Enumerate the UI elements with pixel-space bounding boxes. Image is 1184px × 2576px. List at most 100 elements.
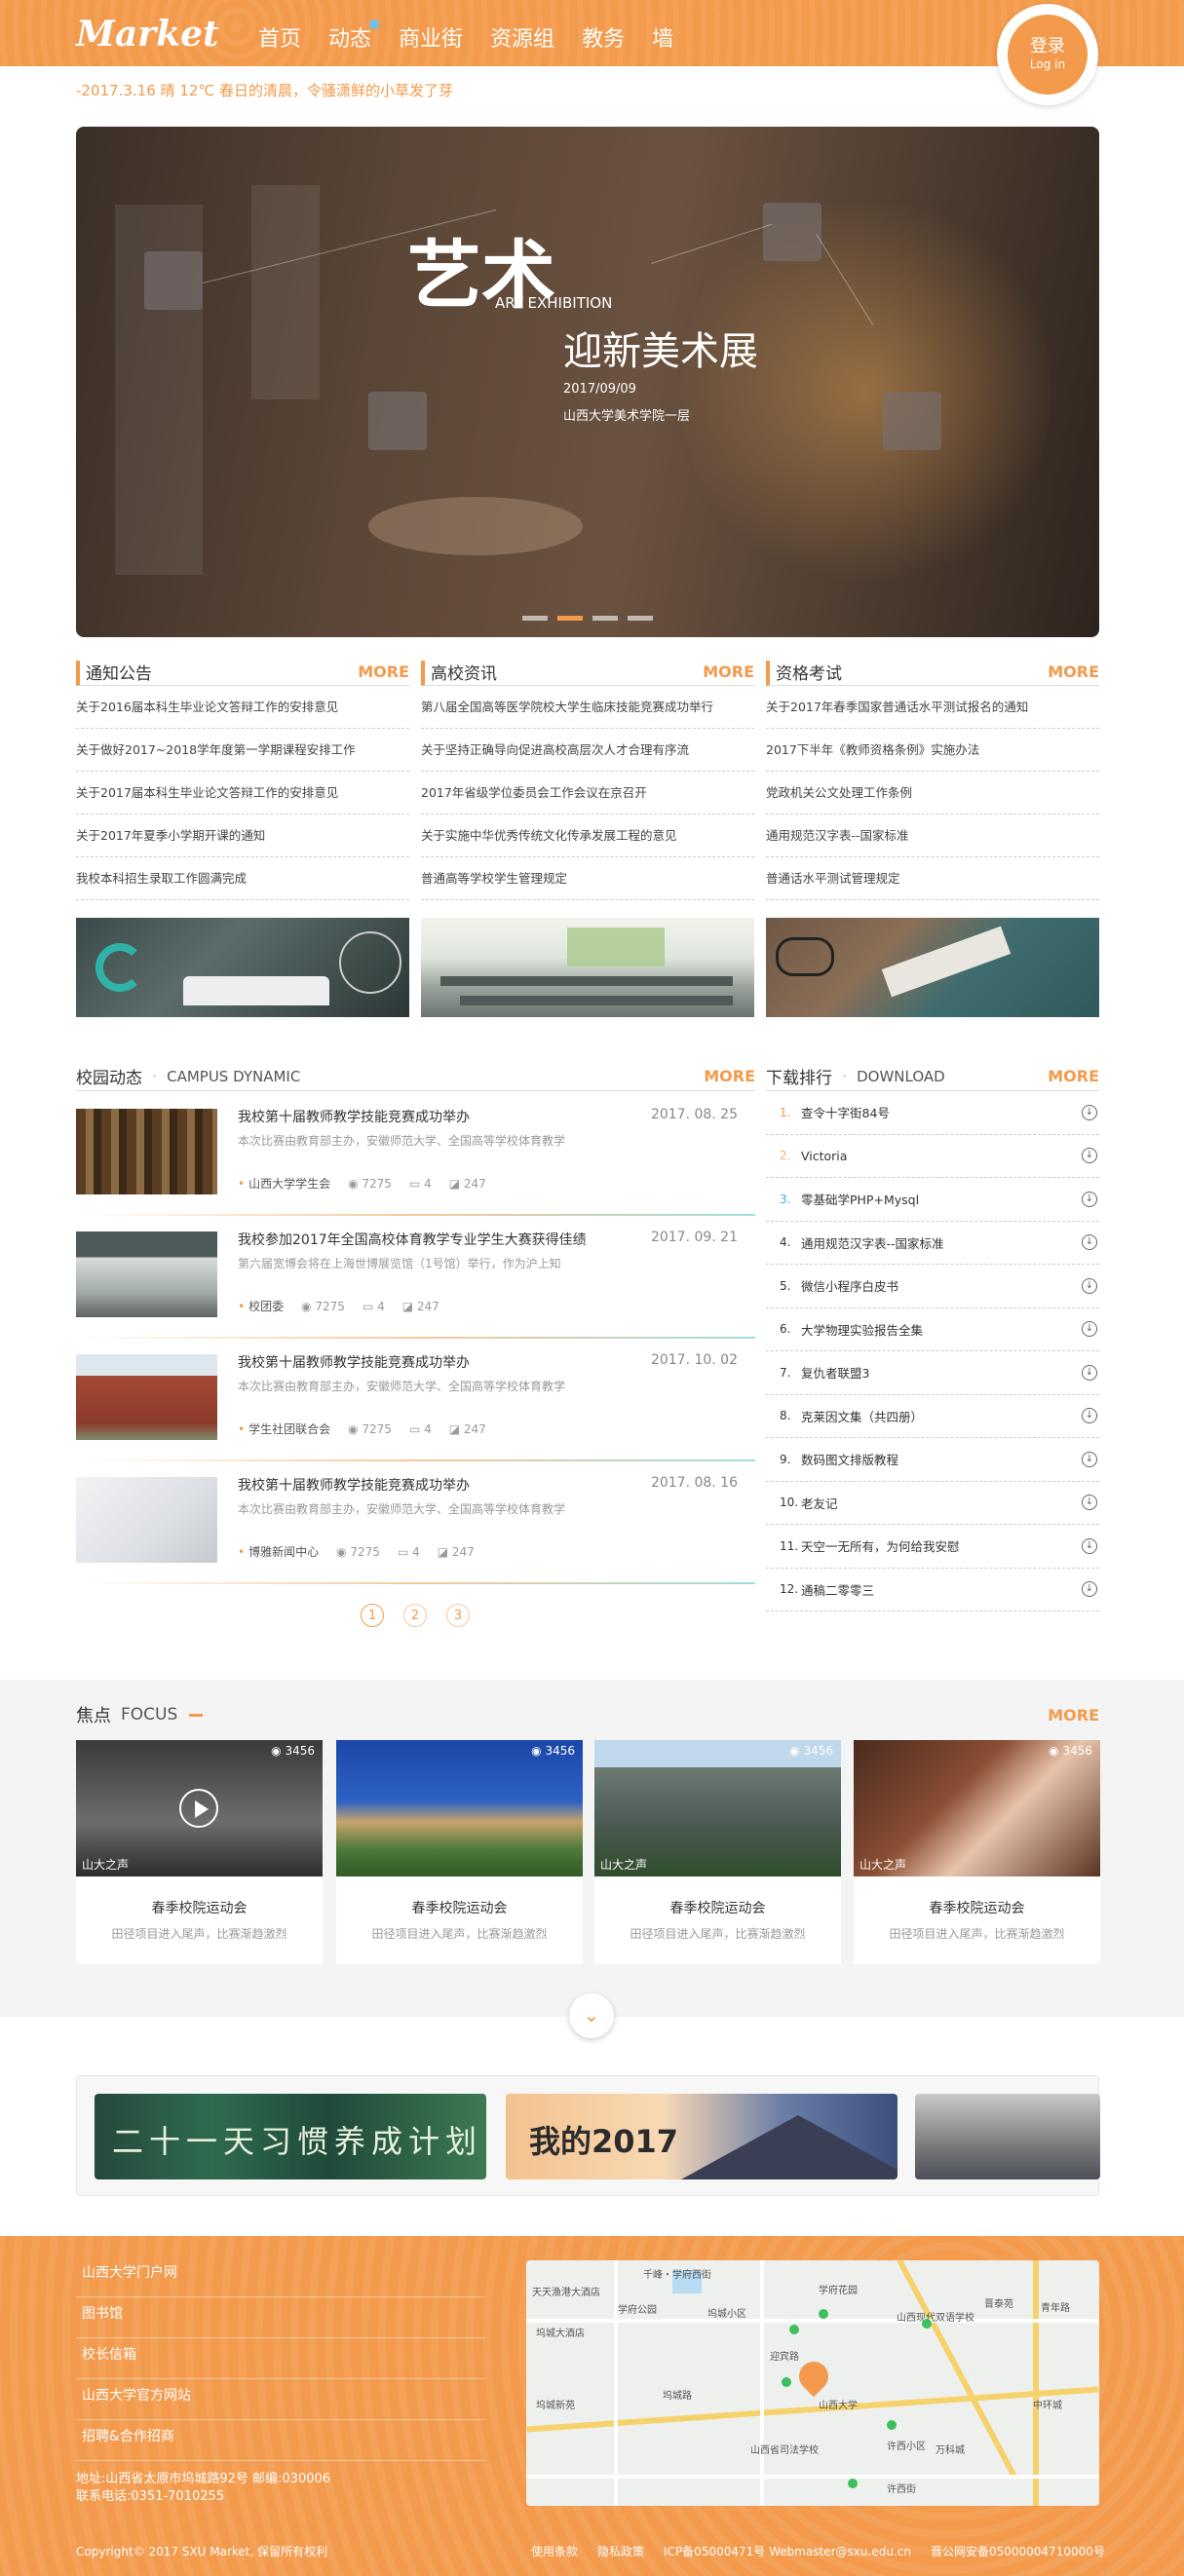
ad-banner-habit[interactable]: 二十一天习惯养成计划 xyxy=(95,2094,486,2179)
more-link[interactable]: MORE xyxy=(1048,663,1099,681)
nav-wall[interactable]: 墙 xyxy=(652,21,673,53)
banner-dot[interactable] xyxy=(628,616,653,621)
nav-dynamic[interactable]: 动态 xyxy=(328,19,380,53)
location-pin-icon[interactable] xyxy=(792,2355,835,2398)
download-item[interactable]: 4. 通用规范汉字表--国家标准 ↓ xyxy=(766,1222,1099,1265)
more-link[interactable]: MORE xyxy=(1048,1067,1099,1085)
download-icon[interactable]: ↓ xyxy=(1082,1104,1097,1120)
privacy-link[interactable]: 隐私政策 xyxy=(597,2543,644,2559)
download-icon[interactable]: ↓ xyxy=(1082,1408,1097,1424)
terms-link[interactable]: 使用条款 xyxy=(531,2543,578,2559)
list-item[interactable]: 普通话水平测试管理规定 xyxy=(766,857,1099,900)
download-icon[interactable]: ↓ xyxy=(1082,1581,1097,1598)
section-title-en: FOCUS xyxy=(121,1705,178,1724)
more-link[interactable]: MORE xyxy=(704,1067,755,1085)
location-map[interactable]: 千峰・学府西街 天天渔港大酒店 学府公园 坞城大酒店 坞城小区 学府花园 山西现… xyxy=(526,2260,1099,2506)
list-item[interactable]: 关于坚持正确导向促进高校高层次人才合理有序流 xyxy=(421,729,754,772)
download-item[interactable]: 7. 复仇者联盟3 ↓ xyxy=(766,1351,1099,1395)
list-item[interactable]: 普通高等学校学生管理规定 xyxy=(421,857,754,900)
download-icon[interactable]: ↓ xyxy=(1082,1234,1097,1251)
nav-academic[interactable]: 教务 xyxy=(582,21,625,53)
list-item[interactable]: 我校参加2017年全国高校体育教学专业学生大赛获得佳绩 2017. 09. 21… xyxy=(76,1224,755,1339)
download-icon[interactable]: ↓ xyxy=(1082,1495,1097,1511)
classroom-thumbnail[interactable] xyxy=(421,918,754,1017)
download-item[interactable]: 3. 零基础学PHP+Mysql ↓ xyxy=(766,1178,1099,1222)
nav-resources[interactable]: 资源组 xyxy=(490,21,554,53)
more-link[interactable]: MORE xyxy=(703,663,754,681)
stationery-thumbnail[interactable] xyxy=(766,918,1099,1017)
download-item[interactable]: 12. 通稿二零零三 ↓ xyxy=(766,1569,1099,1611)
footer-link[interactable]: 招聘&合作招商 xyxy=(76,2420,485,2461)
ad-banner-2017[interactable]: 我的2017 xyxy=(506,2094,898,2179)
eye-icon: ◉ 7275 xyxy=(348,1421,392,1436)
map-marker-icon[interactable] xyxy=(848,2479,858,2488)
list-item[interactable]: 关于做好2017~2018学年度第一学期课程安排工作 xyxy=(76,729,409,772)
download-icon[interactable]: ↓ xyxy=(1082,1277,1097,1294)
download-icon[interactable]: ↓ xyxy=(1082,1321,1097,1338)
separator: · xyxy=(152,1067,158,1085)
download-item[interactable]: 2. Victoria ↓ xyxy=(766,1135,1099,1178)
list-item[interactable]: 关于实施中华优秀传统文化传承发展工程的意见 xyxy=(421,814,754,857)
ad-banner-town[interactable] xyxy=(915,2094,1100,2179)
download-item[interactable]: 10. 老友记 ↓ xyxy=(766,1482,1099,1525)
download-icon[interactable]: ↓ xyxy=(1082,1537,1097,1554)
focus-card[interactable]: ◉ 3456 山大之声 春季校院运动会 田径项目进入尾声，比赛渐趋激烈 xyxy=(76,1740,323,1964)
download-icon[interactable]: ↓ xyxy=(1082,1191,1097,1207)
map-marker-icon[interactable] xyxy=(887,2420,897,2430)
list-item[interactable]: 2017年省级学位委员会工作会议在京召开 xyxy=(421,772,754,814)
nav-business[interactable]: 商业街 xyxy=(399,21,463,53)
list-item[interactable]: 关于2017届本科生毕业论文答辩工作的安排意见 xyxy=(76,772,409,814)
banner-dot-active[interactable] xyxy=(557,616,583,621)
list-item[interactable]: 关于2016届本科生毕业论文答辩工作的安排意见 xyxy=(76,686,409,729)
download-item[interactable]: 9. 数码图文排版教程 ↓ xyxy=(766,1438,1099,1482)
focus-card[interactable]: ◉ 3456 山大之声 春季校院运动会 田径项目进入尾声，比赛渐趋激烈 xyxy=(594,1740,841,1964)
banner-table xyxy=(368,497,583,555)
rank: 7. xyxy=(780,1365,791,1380)
map-marker-icon[interactable] xyxy=(782,2377,791,2387)
page-1[interactable]: 1 xyxy=(361,1604,384,1627)
list-item[interactable]: 我校第十届教师教学技能竞赛成功举办 2017. 10. 02 本次比赛由教育部主… xyxy=(76,1346,755,1461)
list-item[interactable]: 我校第十届教师教学技能竞赛成功举办 2017. 08. 16 本次比赛由教育部主… xyxy=(76,1469,755,1584)
list-item[interactable]: 我校本科招生录取工作圆满完成 xyxy=(76,857,409,900)
footer-link[interactable]: 山西大学门户网 xyxy=(76,2256,485,2297)
footer-link[interactable]: 山西大学官方网站 xyxy=(76,2379,485,2420)
download-icon[interactable]: ↓ xyxy=(1082,1148,1097,1164)
list-item[interactable]: 党政机关公文处理工作条例 xyxy=(766,772,1099,814)
page-3[interactable]: 3 xyxy=(446,1604,470,1627)
download-item[interactable]: 11. 天空一无所有，为何给我安慰 ↓ xyxy=(766,1525,1099,1569)
focus-card[interactable]: ◉ 3456 春季校院运动会 田径项目进入尾声，比赛渐趋激烈 xyxy=(336,1740,583,1964)
list-item[interactable]: 关于2017年春季国家普通话水平测试报名的通知 xyxy=(766,686,1099,729)
list-item[interactable]: 通用规范汉字表--国家标准 xyxy=(766,814,1099,857)
download-item[interactable]: 5. 微信小程序白皮书 ↓ xyxy=(766,1265,1099,1308)
footer-link[interactable]: 校长信箱 xyxy=(76,2338,485,2379)
list-item[interactable]: 2017下半年《教师资格条例》实施办法 xyxy=(766,729,1099,772)
chevron-down-icon[interactable]: ⌄ xyxy=(569,1993,614,2038)
login-button[interactable]: 登录 Log in xyxy=(997,4,1098,105)
main-nav: 首页 动态 商业街 资源组 教务 墙 xyxy=(258,19,701,53)
banner-dot[interactable] xyxy=(592,616,618,621)
map-marker-icon[interactable] xyxy=(789,2325,799,2334)
download-icon[interactable]: ↓ xyxy=(1082,1451,1097,1467)
footer-link[interactable]: 图书馆 xyxy=(76,2297,485,2338)
like-icon: ◪ 247 xyxy=(401,1299,439,1313)
site-logo[interactable]: Market xyxy=(76,14,219,55)
more-link[interactable]: MORE xyxy=(1048,1706,1099,1724)
download-icon[interactable]: ↓ xyxy=(1082,1364,1097,1381)
download-item[interactable]: 6. 大学物理实验报告全集 ↓ xyxy=(766,1308,1099,1351)
more-link[interactable]: MORE xyxy=(358,663,409,681)
hero-banner[interactable]: 艺术 ART EXHIBITION 迎新美术展 2017/09/09 山西大学美… xyxy=(76,127,1099,637)
rank: 4. xyxy=(780,1235,791,1250)
map-marker-icon[interactable] xyxy=(819,2309,828,2319)
focus-card[interactable]: ◉ 3456 山大之声 春季校院运动会 田径项目进入尾声，比赛渐趋激烈 xyxy=(854,1740,1100,1964)
chalkboard-thumbnail[interactable] xyxy=(76,918,409,1017)
download-item[interactable]: 8. 克莱因文集（共四册） ↓ xyxy=(766,1395,1099,1438)
list-item[interactable]: 关于2017年夏季小学期开课的通知 xyxy=(76,814,409,857)
page-2[interactable]: 2 xyxy=(403,1604,427,1627)
banner-dot[interactable] xyxy=(522,616,548,621)
nav-home[interactable]: 首页 xyxy=(258,21,301,53)
list-item[interactable]: 第八届全国高等医学院校大学生临床技能竞赛成功举行 xyxy=(421,686,754,729)
download-item[interactable]: 1. 查令十字街84号 ↓ xyxy=(766,1091,1099,1135)
play-icon[interactable] xyxy=(179,1789,218,1828)
list-item[interactable]: 我校第十届教师教学技能竞赛成功举办 2017. 08. 25 本次比赛由教育部主… xyxy=(76,1101,755,1216)
map-marker-icon[interactable] xyxy=(922,2319,932,2329)
